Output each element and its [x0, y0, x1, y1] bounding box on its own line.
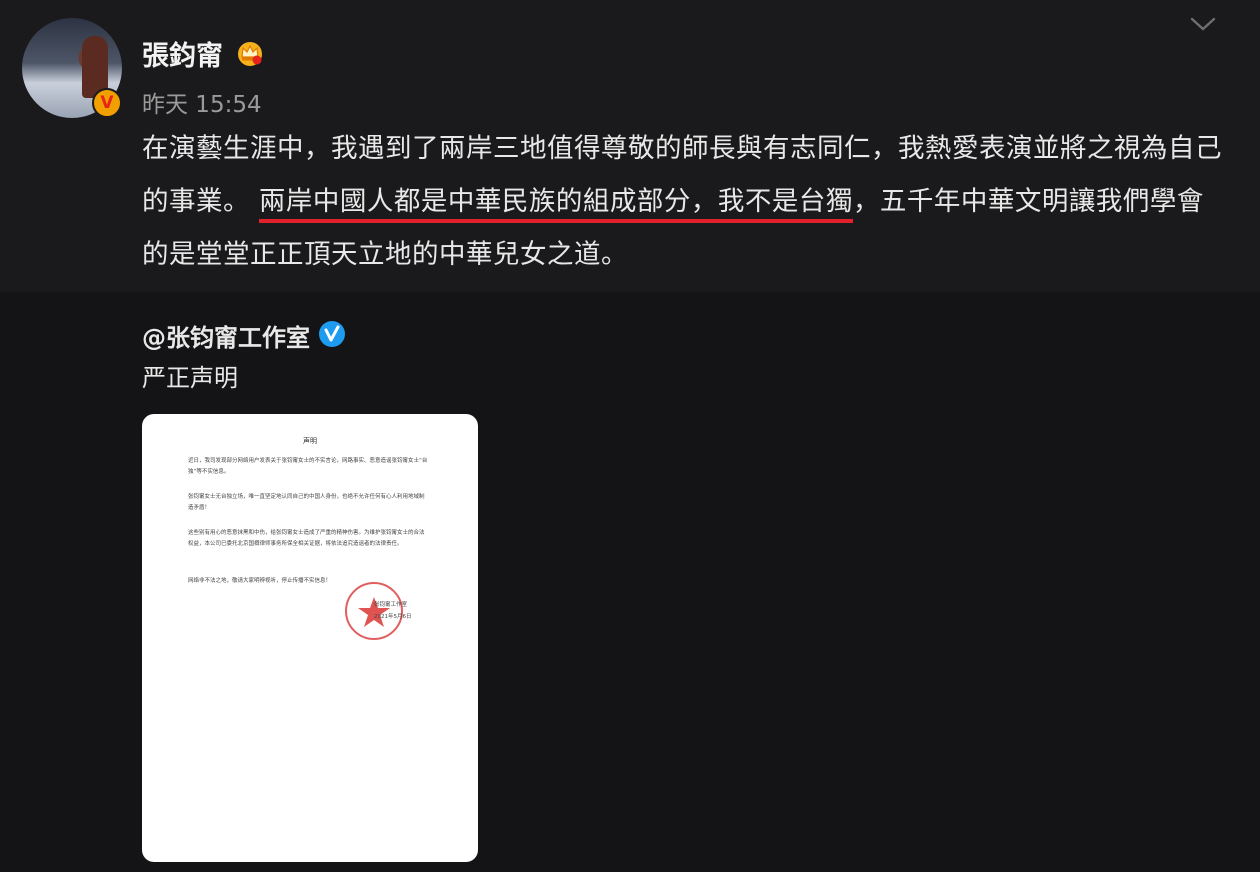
statement-signature: 张钧甯工作室	[374, 602, 408, 608]
statement-image[interactable]: 声明 近日，我司发现部分网络用户发表关于张钧甯女士的不实言论，网路事实、恶意造谣…	[142, 414, 478, 862]
statement-paragraph: 这些别有用心的恶意抹黑和中伤，给张钧甯女士造成了严重的精神伤害。为维护张钧甯女士…	[188, 530, 425, 547]
weibo-post: V 張鈞甯 昨天 15:54 在演藝生涯中，我遇到了兩岸三地值得尊敬的師長與有志…	[0, 0, 1260, 292]
statement-paragraph: 网络非不法之地，敬请大家明辨视听，停止传播不实信息！	[188, 578, 332, 584]
statement-title: 声明	[303, 437, 317, 445]
crown-icon	[238, 42, 262, 66]
author-name[interactable]: 張鈞甯	[142, 34, 223, 73]
statement-paragraph: 张钧甯女士无台独立场，唯一直坚定地认同自己的中国人身份，也绝不允许任何有心人利用…	[188, 494, 425, 511]
repost-text: 严正声明	[142, 364, 238, 392]
statement-paragraph: 近日，我司发现部分网络用户发表关于张钧甯女士的不实言论，网路事实、恶意造谣张钧甯…	[188, 458, 428, 475]
chevron-down-icon[interactable]	[1189, 14, 1217, 34]
blue-verified-icon	[319, 321, 345, 347]
post-timestamp: 昨天 15:54	[142, 92, 262, 118]
post-text-highlighted: 兩岸中國人都是中華民族的組成部分，我不是台獨	[258, 186, 853, 223]
repost-author[interactable]: @张钧甯工作室	[142, 318, 310, 353]
verified-v-badge-icon: V	[92, 88, 122, 118]
statement-date: 2021年5月6日	[374, 614, 412, 620]
verified-badge-letter: V	[100, 92, 114, 113]
post-body: 在演藝生涯中，我遇到了兩岸三地值得尊敬的師長與有志同仁，我熱愛表演並將之視為自己…	[142, 122, 1222, 281]
